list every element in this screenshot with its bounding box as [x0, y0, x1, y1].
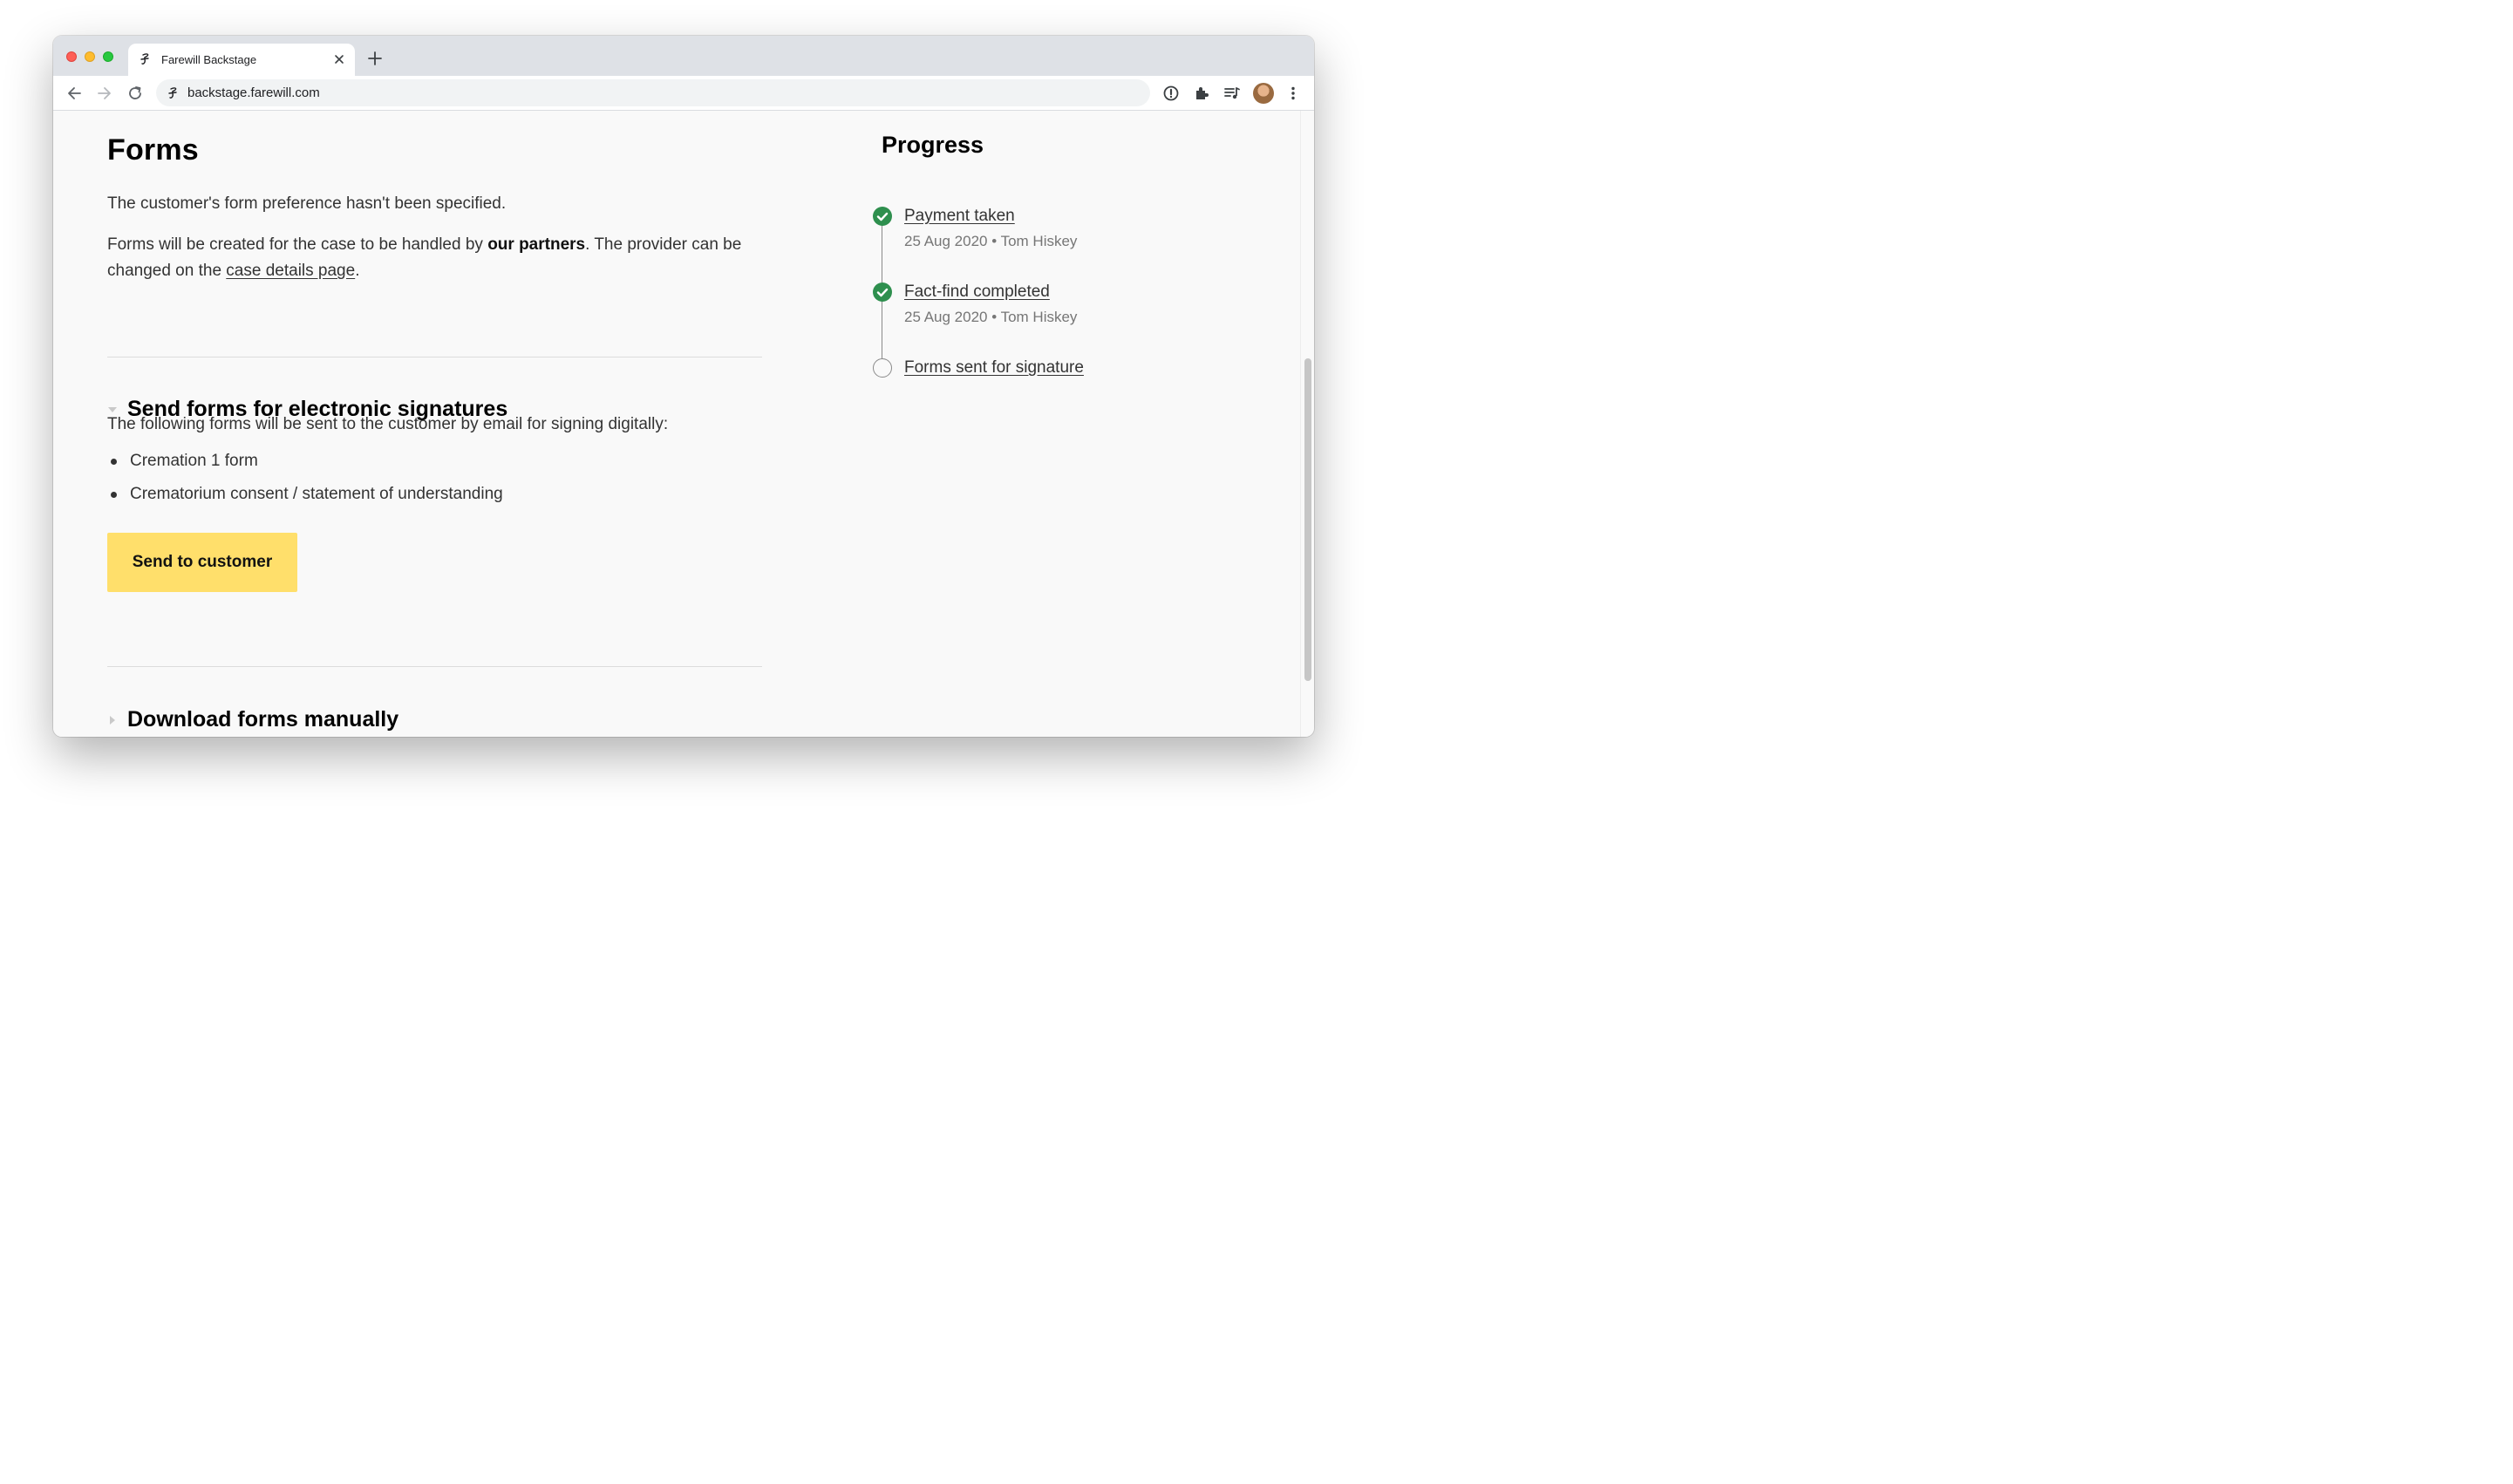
close-tab-icon[interactable] [332, 52, 346, 66]
address-bar[interactable]: backstage.farewill.com [156, 79, 1150, 106]
more-options-icon[interactable] [1284, 85, 1302, 102]
page-title: Forms [107, 133, 199, 167]
step-title-link[interactable]: Forms sent for signature [904, 358, 1084, 378]
tab-farewill-backstage[interactable]: Farewill Backstage [128, 44, 355, 76]
minimize-window-button[interactable] [85, 51, 95, 62]
progress-title: Progress [882, 132, 984, 158]
section-divider [107, 666, 762, 667]
forward-arrow-icon[interactable] [96, 85, 113, 102]
send-to-customer-button[interactable]: Send to customer [107, 533, 297, 592]
check-circle-icon [873, 207, 892, 226]
browser-toolbar: backstage.farewill.com [53, 76, 1314, 111]
tab-strip: Farewill Backstage [53, 36, 1314, 76]
form-name: Crematorium consent / statement of under… [130, 485, 503, 503]
send-button-label: Send to customer [132, 553, 273, 571]
step-title-link[interactable]: Fact-find completed [904, 283, 1050, 302]
screenshot-stage: Farewill Backstage backstage.farewill.co… [0, 0, 1367, 807]
list-item: Crematorium consent / statement of under… [107, 484, 503, 517]
forms-list: Cremation 1 form Crematorium consent / s… [107, 451, 503, 517]
farewill-logo-icon [140, 53, 149, 65]
step-meta: 25 Aug 2020 • Tom Hiskey [904, 233, 1078, 249]
electronic-intro-text: The following forms will be sent to the … [107, 415, 669, 433]
scrollbar-thumb[interactable] [1304, 358, 1311, 681]
url-text: backstage.farewill.com [187, 85, 320, 100]
list-item: Cremation 1 form [107, 451, 503, 484]
info-icon[interactable] [1162, 85, 1180, 102]
new-tab-icon[interactable] [367, 51, 383, 66]
bullet-dot [111, 459, 117, 465]
close-window-button[interactable] [66, 51, 77, 62]
caret-right-icon [110, 716, 115, 725]
empty-circle-icon [873, 358, 892, 378]
back-arrow-icon[interactable] [65, 85, 83, 102]
browser-window: Farewill Backstage backstage.farewill.co… [53, 36, 1314, 737]
form-name: Cremation 1 form [130, 452, 258, 470]
step-title-link[interactable]: Payment taken [904, 207, 1015, 226]
extensions-puzzle-icon[interactable] [1193, 85, 1210, 102]
zoom-window-button[interactable] [103, 51, 113, 62]
manual-section-title: Download forms manually [127, 707, 399, 732]
step-meta: 25 Aug 2020 • Tom Hiskey [904, 309, 1078, 325]
provider-text: Forms will be created for the case to be… [107, 232, 770, 284]
check-circle-icon [873, 283, 892, 302]
reload-icon[interactable] [126, 85, 144, 102]
provider-text-part: Forms will be created for the case to be… [107, 235, 488, 254]
bullet-dot [111, 492, 117, 498]
provider-text-part: . [355, 262, 360, 280]
tab-title: Farewill Backstage [161, 53, 257, 66]
farewill-logo-icon [168, 87, 177, 99]
media-queue-icon[interactable] [1223, 85, 1241, 102]
case-details-link[interactable]: case details page [226, 262, 355, 280]
scrollbar-track[interactable] [1300, 111, 1314, 737]
provider-partners-bold: our partners [487, 235, 586, 254]
page-content: Forms The customer's form preference has… [53, 111, 1300, 737]
profile-avatar[interactable] [1253, 83, 1274, 104]
form-preference-text: The customer's form preference hasn't be… [107, 194, 507, 213]
